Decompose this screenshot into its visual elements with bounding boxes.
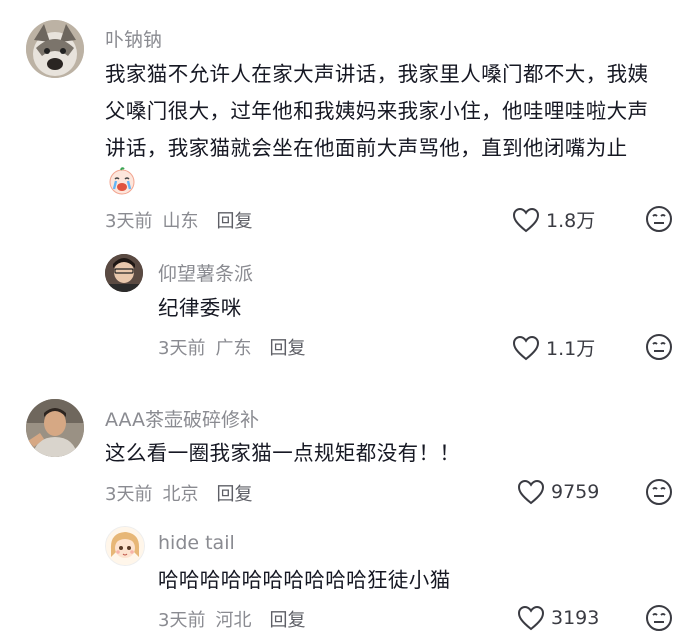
dislike-button[interactable] xyxy=(645,478,673,510)
like-count: 1.1万 xyxy=(546,338,596,360)
like-button[interactable]: 1.1万 xyxy=(512,334,595,361)
meh-face-icon xyxy=(646,334,672,360)
meh-face-icon xyxy=(646,206,672,232)
avatar[interactable] xyxy=(105,526,145,566)
comment-text: 纪律委咪 xyxy=(158,296,242,320)
avatar[interactable] xyxy=(105,254,143,292)
like-count: 9759 xyxy=(551,481,600,503)
username[interactable]: 仰望薯条派 xyxy=(158,259,253,286)
username[interactable]: AAA茶壶破碎修补 xyxy=(105,405,259,432)
comment-meta: 3天前 河北 回复 xyxy=(158,606,315,632)
reply-button[interactable]: 回复 xyxy=(216,211,252,232)
comment-text-content: 我家猫不允许人在家大声讲话，我家里人嗓门都不大，我姨父嗓门很大，过年他和我姨妈来… xyxy=(105,62,649,160)
meh-face-icon xyxy=(646,479,672,505)
crying-face-emoji-icon xyxy=(107,167,137,207)
heart-outline-icon xyxy=(512,207,540,232)
comment-meta: 3天前 北京 回复 xyxy=(105,480,262,506)
like-count: 3193 xyxy=(551,607,600,629)
dislike-button[interactable] xyxy=(645,604,673,636)
like-button[interactable]: 3193 xyxy=(517,605,599,631)
cartoon-girl-avatar-icon xyxy=(106,527,144,565)
reply-button[interactable]: 回复 xyxy=(216,484,252,505)
like-button[interactable]: 1.8万 xyxy=(512,206,595,233)
comment-time: 3天前 xyxy=(158,338,206,359)
comment-location: 河北 xyxy=(215,610,252,631)
username[interactable]: hide tail xyxy=(158,532,235,554)
comment-time: 3天前 xyxy=(158,610,206,631)
comment-location: 北京 xyxy=(162,484,199,505)
comment-text: 哈哈哈哈哈哈哈哈哈哈狂徒小猫 xyxy=(158,568,451,592)
comment-text: 我家猫不允许人在家大声讲话，我家里人嗓门都不大，我姨父嗓门很大，过年他和我姨妈来… xyxy=(105,56,655,207)
comment-location: 广东 xyxy=(215,338,252,359)
comment-location: 山东 xyxy=(162,211,199,232)
comment-time: 3天前 xyxy=(105,211,153,232)
meh-face-icon xyxy=(646,605,672,631)
dislike-button[interactable] xyxy=(645,333,673,365)
comment-time: 3天前 xyxy=(105,484,153,505)
like-count: 1.8万 xyxy=(546,210,596,232)
like-button[interactable]: 9759 xyxy=(517,479,599,505)
person-avatar-icon xyxy=(26,399,84,457)
heart-outline-icon xyxy=(512,335,540,360)
husky-avatar-icon xyxy=(26,20,84,78)
comment-text: 这么看一圈我家猫一点规矩都没有！！ xyxy=(105,441,461,465)
dislike-button[interactable] xyxy=(645,205,673,237)
avatar[interactable] xyxy=(26,20,84,78)
person-avatar-icon xyxy=(105,254,143,292)
comment-meta: 3天前 广东 回复 xyxy=(158,334,315,360)
comment-meta: 3天前 山东 回复 xyxy=(105,207,262,233)
heart-outline-icon xyxy=(517,479,545,505)
heart-outline-icon xyxy=(517,605,545,631)
reply-button[interactable]: 回复 xyxy=(269,610,305,631)
reply-button[interactable]: 回复 xyxy=(269,338,305,359)
username[interactable]: 卟钠钠 xyxy=(105,25,162,52)
avatar[interactable] xyxy=(26,399,84,457)
